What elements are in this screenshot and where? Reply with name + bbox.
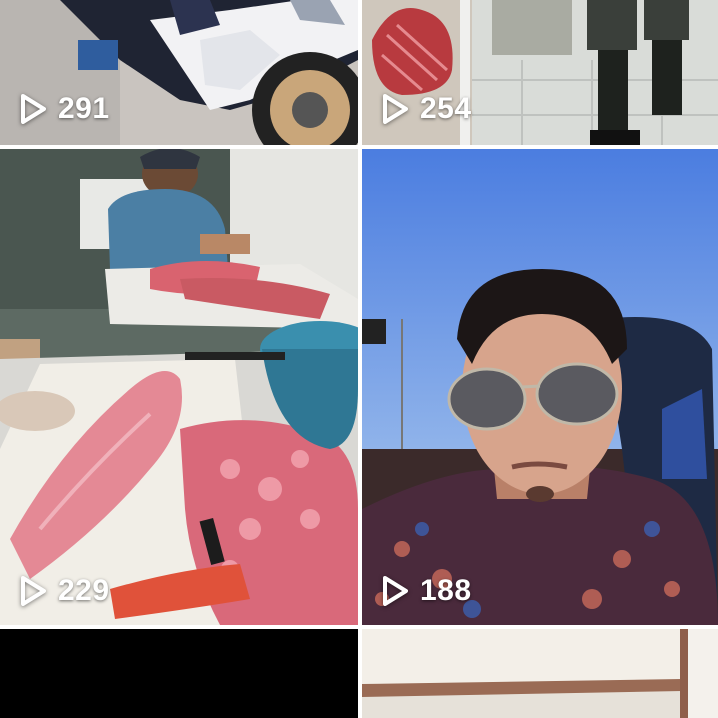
play-icon <box>21 576 46 606</box>
video-tile-6[interactable] <box>362 629 718 718</box>
video-tile-3[interactable]: 229 <box>0 149 358 625</box>
video-grid: 291 254 229 188 <box>0 0 718 718</box>
view-count-overlay: 188 <box>380 574 472 608</box>
view-count: 229 <box>58 574 110 607</box>
view-count: 254 <box>420 92 472 125</box>
video-tile-1[interactable]: 291 <box>0 0 358 145</box>
video-tile-2[interactable]: 254 <box>362 0 718 145</box>
fish-cutting-thumbnail <box>0 149 358 625</box>
view-count-overlay: 291 <box>18 92 110 126</box>
view-count-overlay: 254 <box>380 92 472 126</box>
black-thumbnail <box>0 629 358 718</box>
view-count: 291 <box>58 92 110 125</box>
selfie-sunglasses-thumbnail <box>362 149 718 625</box>
play-icon <box>383 94 408 124</box>
room-wall-thumbnail <box>362 629 718 718</box>
video-tile-5[interactable] <box>0 629 358 718</box>
view-count: 188 <box>420 574 472 607</box>
video-tile-4[interactable]: 188 <box>362 149 718 625</box>
play-icon <box>383 576 408 606</box>
view-count-overlay: 229 <box>18 574 110 608</box>
play-icon <box>21 94 46 124</box>
